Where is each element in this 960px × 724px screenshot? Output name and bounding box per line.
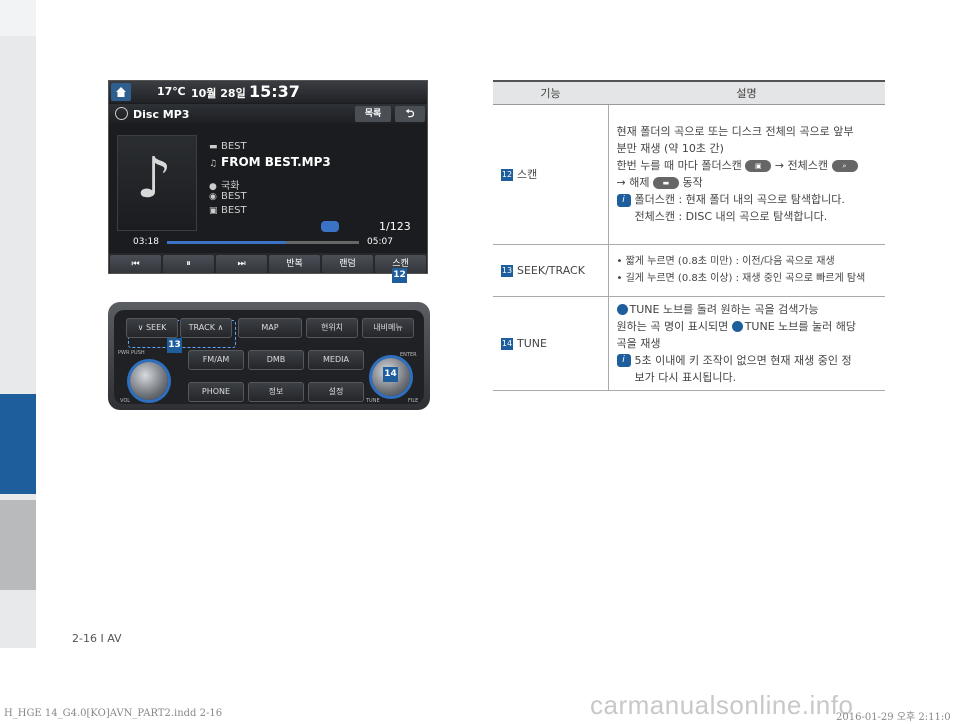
source-title-bar: Disc MP3 목록 ⮌	[109, 104, 427, 124]
table-row: 13 SEEK/TRACK • 짧게 누르면 (0.8초 미만) : 이전/다음 …	[493, 244, 885, 297]
tune-knob-icon	[616, 304, 628, 315]
watermark: carmanualsonline.info	[590, 690, 854, 720]
dmb-key[interactable]: DMB	[248, 350, 304, 370]
progress-fill	[167, 241, 287, 244]
print-filename: H_HGE 14_G4.0[KO]AVN_PART2.indd 2-16	[4, 708, 223, 719]
table-header-row: 기능 설명	[493, 80, 885, 105]
date: 10월 28일	[191, 87, 246, 100]
current-position-key[interactable]: 현위치	[306, 318, 358, 338]
total-time: 05:07	[367, 237, 393, 247]
header-description: 설명	[608, 80, 885, 105]
seek-key[interactable]: ∨ SEEK	[126, 318, 178, 338]
function-table: 기능 설명 12 스캔 현재 폴더의 곡으로 또는 디스크 전체의 곡으로 앞부 …	[493, 80, 885, 391]
rail-section-grey	[0, 500, 36, 590]
number-badge: 13	[501, 264, 513, 277]
music-note-icon: ♪	[136, 146, 172, 211]
number-badge: 12	[501, 169, 513, 181]
previous-button[interactable]: ⏮	[110, 255, 161, 273]
hardware-control-panel: ∨ SEEK TRACK ∧ MAP 현위치 내비메뉴 FM/AM DMB ME…	[108, 302, 430, 410]
back-button[interactable]: ⮌	[395, 106, 425, 122]
tune-label: TUNE	[366, 398, 380, 404]
phone-key[interactable]: PHONE	[188, 382, 244, 402]
tune-knob-icon	[731, 321, 743, 332]
home-icon	[116, 87, 126, 97]
nav-menu-key[interactable]: 내비메뉴	[362, 318, 414, 338]
rail-top-band	[0, 0, 36, 36]
map-key[interactable]: MAP	[238, 318, 302, 338]
print-timestamp: 2016-01-29 오후 2:11:0	[836, 712, 951, 723]
elapsed-time: 03:18	[133, 237, 159, 247]
source-title: Disc MP3	[133, 108, 190, 121]
function-cell: 12 스캔	[493, 104, 609, 245]
left-rail	[0, 0, 36, 648]
track-counter: 1/123	[379, 220, 411, 233]
folder-scan-icon: ▣	[745, 160, 772, 172]
info-icon: i	[616, 354, 631, 367]
status-bar: 17℃ 10월 28일 15:37	[109, 81, 427, 103]
clock: 15:37	[249, 82, 300, 101]
pause-button[interactable]: ⏸	[163, 255, 214, 273]
track-info-album: ◉ BEST	[209, 191, 247, 202]
file-label: FILE	[408, 398, 419, 404]
panel-face: ∨ SEEK TRACK ∧ MAP 현위치 내비메뉴 FM/AM DMB ME…	[114, 310, 424, 404]
callout-13: 13	[167, 338, 182, 353]
enter-label: ENTER	[400, 352, 417, 358]
full-scan-icon: ⌕	[831, 160, 858, 172]
function-cell: 13 SEEK/TRACK	[493, 244, 609, 297]
track-info-artist: ● 국화	[209, 181, 240, 192]
disc-icon	[115, 107, 128, 120]
repeat-mode-icon	[321, 221, 339, 232]
callout-12: 12	[392, 268, 407, 283]
track-info-file: ♫ FROM BEST.MP3	[209, 155, 331, 169]
track-info-genre: ▣ BEST	[209, 205, 247, 216]
description-cell: 현재 폴더의 곡으로 또는 디스크 전체의 곡으로 앞부 분만 재생 (약 10…	[608, 104, 885, 245]
repeat-button[interactable]: 반복	[269, 255, 320, 273]
table-row: 14 TUNE TUNE 노브를 돌려 원하는 곡을 검색가능 원하는 곡 명이 …	[493, 296, 885, 391]
music-file-icon: ♫	[209, 159, 218, 169]
function-cell: 14 TUNE	[493, 296, 609, 391]
shuffle-button[interactable]: 랜덤	[322, 255, 373, 273]
list-button[interactable]: 목록	[355, 106, 391, 122]
track-info-folder: ▬ BEST	[209, 141, 247, 152]
fm-am-key[interactable]: FM/AM	[188, 350, 244, 370]
number-badge: 14	[501, 337, 513, 350]
temperature: 17℃	[157, 85, 186, 98]
track-key[interactable]: TRACK ∧	[180, 318, 232, 338]
folder-icon: ▬	[209, 142, 218, 152]
home-button[interactable]	[111, 83, 131, 101]
setup-key[interactable]: 설정	[308, 382, 364, 402]
info-icon: i	[616, 193, 631, 207]
info-key[interactable]: 정보	[248, 382, 304, 402]
progress-bar[interactable]	[167, 241, 359, 244]
rail-section-marker	[0, 394, 36, 494]
media-key[interactable]: MEDIA	[308, 350, 364, 370]
album-art: ♪	[117, 135, 197, 231]
pwr-label: PWR PUSH	[118, 350, 145, 356]
volume-knob[interactable]	[130, 362, 168, 400]
album-icon: ◉	[209, 192, 217, 202]
callout-14: 14	[383, 367, 398, 382]
description-cell: TUNE 노브를 돌려 원하는 곡을 검색가능 원하는 곡 명이 표시되면 TU…	[608, 296, 885, 391]
head-unit-screen: 17℃ 10월 28일 15:37 Disc MP3 목록 ⮌ ♪ ▬ BEST …	[108, 80, 428, 274]
scan-off-icon: ▬	[652, 177, 679, 189]
header-function: 기능	[493, 80, 608, 105]
description-cell: • 짧게 누르면 (0.8초 미만) : 이전/다음 곡으로 재생 • 길게 누…	[608, 244, 885, 297]
control-bar: ⏮ ⏸ ⏭ 반복 랜덤 스캔	[109, 253, 427, 273]
vol-label: VOL	[120, 398, 131, 404]
next-button[interactable]: ⏭	[216, 255, 267, 273]
page-number: 2-16 I AV	[72, 632, 122, 645]
table-row: 12 스캔 현재 폴더의 곡으로 또는 디스크 전체의 곡으로 앞부 분만 재생 …	[493, 104, 885, 245]
genre-icon: ▣	[209, 206, 218, 216]
